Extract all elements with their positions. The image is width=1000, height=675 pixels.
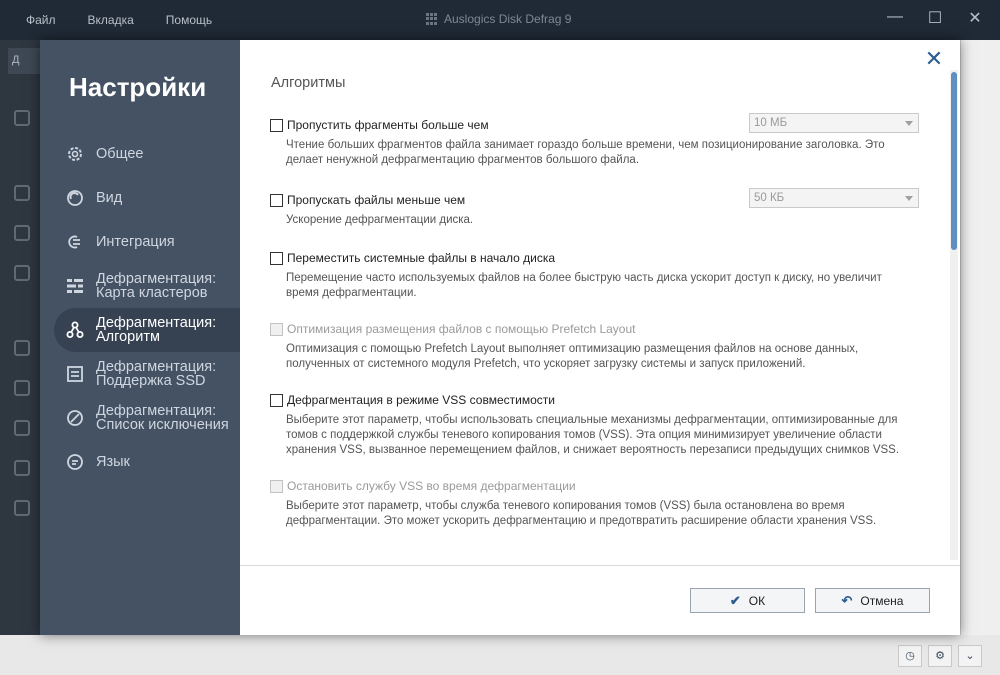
nav-item-view[interactable]: Вид (54, 176, 240, 220)
nav-label: Дефрагментация: Карта кластеров (96, 271, 217, 301)
gear-icon (14, 110, 30, 126)
settings-sidebar: Настройки Общее Вид Интеграция Дефрагмен… (40, 40, 240, 635)
app-title-text: Auslogics Disk Defrag 9 (444, 12, 572, 26)
nav-item-language[interactable]: Язык (54, 440, 240, 484)
select-value: 50 КБ (754, 192, 785, 204)
window-close-button[interactable]: ✕ (960, 8, 990, 28)
gear-icon (68, 147, 82, 161)
app-logo-icon (426, 13, 438, 25)
dialog-footer: ✔ ОК ↶ Отмена (240, 565, 960, 635)
option-description: Выберите этот параметр, чтобы служба тен… (286, 500, 877, 527)
ok-button[interactable]: ✔ ОК (690, 588, 805, 613)
integration-icon (68, 235, 80, 249)
menu-help[interactable]: Помощь (166, 13, 212, 27)
app-statusbar: ◷ ⚙ ⌄ (0, 635, 1000, 675)
exclude-icon (67, 410, 83, 426)
nav-label: Дефрагментация: Список исключения (96, 403, 229, 433)
nav-item-general[interactable]: Общее (54, 132, 240, 176)
check-icon (14, 500, 30, 516)
skip-small-files-checkbox[interactable] (270, 193, 283, 207)
app-title: Auslogics Disk Defrag 9 (426, 12, 571, 26)
clock-icon (14, 380, 30, 396)
app-side-panel: Д (0, 40, 40, 675)
option-stop-vss: Остановить службу VSS во время дефрагмен… (270, 478, 920, 529)
prefetch-layout-checkbox (270, 322, 283, 336)
large-fragment-size-select[interactable]: 10 МБ (749, 113, 919, 133)
algorithm-icon (66, 321, 84, 338)
small-file-size-select[interactable]: 50 КБ (749, 188, 919, 208)
chevron-down-icon (905, 196, 913, 201)
app-right-panel (960, 40, 1000, 675)
option-move-system-files: Переместить системные файлы в начало дис… (270, 250, 920, 301)
nav-label: Дефрагментация: Алгоритм (96, 315, 217, 345)
maximize-button[interactable]: ☐ (920, 8, 950, 28)
language-icon (67, 454, 83, 470)
disk-icon (14, 185, 30, 201)
file-icon (14, 420, 30, 436)
option-label[interactable]: Пропускать файлы меньше чем (287, 193, 465, 207)
section-title: Алгоритмы (271, 75, 346, 91)
clock-icon[interactable]: ◷ (898, 645, 922, 667)
chevron-down-icon[interactable]: ⌄ (958, 645, 982, 667)
settings-dialog: Настройки Общее Вид Интеграция Дефрагмен… (40, 40, 960, 635)
nav-item-ssd[interactable]: Дефрагментация: Поддержка SSD (54, 352, 240, 396)
option-description: Ускорение дефрагментации диска. (286, 214, 474, 226)
nav-label: Вид (96, 190, 123, 206)
ok-label: ОК (748, 593, 766, 608)
scrollbar-thumb[interactable] (951, 72, 957, 250)
menu-file[interactable]: Файл (26, 13, 56, 27)
option-description: Чтение больших фрагментов файла занимает… (286, 139, 885, 166)
play-icon (14, 340, 30, 356)
nav-label: Язык (96, 454, 130, 470)
option-prefetch-layout: Оптимизация размещения файлов с помощью … (270, 321, 920, 372)
nav-item-exclusions[interactable]: Дефрагментация: Список исключения (54, 396, 240, 440)
ssd-icon (14, 265, 30, 281)
stop-vss-checkbox (270, 479, 283, 493)
menu-tab[interactable]: Вкладка (88, 13, 134, 27)
option-description: Перемещение часто используемых файлов на… (286, 272, 882, 299)
option-label[interactable]: Переместить системные файлы в начало дис… (287, 251, 555, 265)
nav-item-integration[interactable]: Интеграция (54, 220, 240, 264)
option-description: Выберите этот параметр, чтобы использова… (286, 414, 900, 456)
list-icon (14, 460, 30, 476)
minimize-button[interactable]: — (880, 8, 910, 26)
nav-item-cluster-map[interactable]: Дефрагментация: Карта кластеров (54, 264, 240, 308)
settings-content: Алгоритмы Пропустить фрагменты больше че… (240, 40, 960, 565)
option-description: Оптимизация с помощью Prefetch Layout вы… (286, 343, 859, 370)
app-titlebar: Файл Вкладка Помощь Auslogics Disk Defra… (0, 0, 1000, 40)
content-scrollbar[interactable] (950, 70, 958, 560)
option-label[interactable]: Дефрагментация в режиме VSS совместимост… (287, 393, 555, 407)
checkmark-icon: ✔ (729, 592, 741, 608)
vss-compatible-checkbox[interactable] (270, 393, 283, 407)
settings-title: Настройки (69, 72, 207, 102)
option-vss-compatible: Дефрагментация в режиме VSS совместимост… (270, 392, 920, 458)
nav-label: Интеграция (96, 234, 175, 250)
nav-item-algorithm[interactable]: Дефрагментация: Алгоритм (54, 308, 240, 352)
cancel-label: Отмена (860, 593, 904, 608)
cluster-map-icon (67, 279, 83, 293)
menu-bar: Файл Вкладка Помощь (10, 0, 228, 40)
option-label: Остановить службу VSS во время дефрагмен… (287, 479, 576, 493)
option-label[interactable]: Пропустить фрагменты больше чем (287, 118, 489, 132)
undo-icon: ↶ (841, 592, 853, 608)
nav-label: Дефрагментация: Поддержка SSD (96, 359, 217, 389)
option-label: Оптимизация размещения файлов с помощью … (287, 322, 636, 336)
ssd-icon (67, 366, 83, 382)
select-value: 10 МБ (754, 117, 788, 129)
skip-large-fragments-checkbox[interactable] (270, 118, 283, 132)
eye-icon (67, 190, 83, 206)
nav-label: Общее (96, 146, 144, 162)
gear-icon[interactable]: ⚙ (928, 645, 952, 667)
move-system-files-checkbox[interactable] (270, 251, 283, 265)
disk-icon (14, 225, 30, 241)
app-tab[interactable]: Д (8, 48, 40, 74)
cancel-button[interactable]: ↶ Отмена (815, 588, 930, 613)
chevron-down-icon (905, 121, 913, 126)
